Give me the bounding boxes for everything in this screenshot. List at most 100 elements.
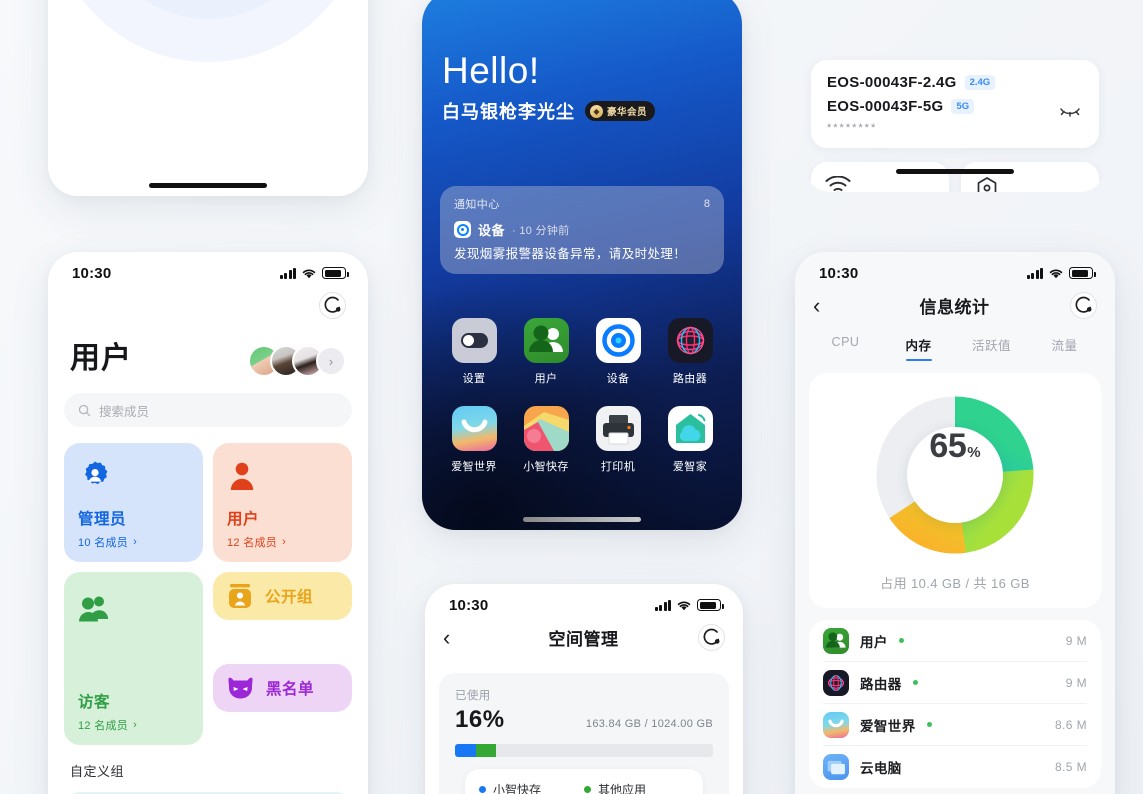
status-bar: 10:30 [48, 252, 368, 286]
group-card-guest[interactable]: 访客 12 名成员 › [64, 572, 203, 745]
refresh-icon[interactable] [1070, 292, 1097, 319]
people-green-icon [823, 627, 849, 654]
legend-label: 小智快存 [493, 783, 542, 794]
status-time: 10:30 [72, 264, 112, 282]
memory-percent-value: 65 [929, 427, 967, 465]
donut-center-value: 65 % [907, 427, 1003, 523]
group-grid: 管理员 10 名成员 › 用户 12 名成员 › 访客 12 名成员 › 公开组… [48, 427, 368, 745]
wifi-icon [825, 175, 851, 192]
app-router[interactable]: 路由器 [654, 318, 726, 386]
tab-traffic[interactable]: 流量 [1028, 329, 1101, 361]
band-tag: 2.4G [964, 75, 996, 90]
status-time: 10:30 [819, 264, 859, 282]
tab-cpu[interactable]: CPU [809, 329, 882, 361]
app-label: 打印机 [600, 461, 636, 473]
app-label: 设置 [462, 373, 486, 385]
memory-donut-card: 65 % 占用 10.4 GB / 共 16 GB [809, 373, 1101, 608]
list-item[interactable]: 云电脑 8.5 M [823, 746, 1087, 788]
legend-label: 其他应用 [598, 783, 647, 794]
router-settings-card[interactable]: 路由设置 自定义设置高级选项 [961, 162, 1099, 192]
app-grid: 设置 用户 设备 路由器 爱智世界 小智快存 打印机 爱智家 [438, 318, 726, 474]
notification-center-label: 通知中心 [454, 199, 500, 211]
photos-gallery-icon [523, 406, 569, 451]
refresh-icon[interactable] [319, 292, 346, 319]
status-bar: 10:30 [425, 584, 743, 618]
status-dot [898, 638, 904, 643]
wifi-ssid-row: EOS-00043F-5G 5G [827, 98, 1083, 115]
app-users[interactable]: 用户 [510, 318, 582, 386]
scan-animation: 持续扫描不到设备？ [48, 0, 368, 196]
avatar-more-button[interactable]: › [316, 346, 346, 376]
back-button[interactable]: ‹ [813, 294, 839, 317]
group-card-admin[interactable]: 管理员 10 名成员 › [64, 443, 203, 562]
memory-subtitle: 占用 10.4 GB / 共 16 GB [880, 576, 1030, 591]
wifi-ssid: EOS-00043F-2.4G [827, 74, 957, 91]
memory-percent-unit: % [967, 444, 981, 461]
group-members: 12 名成员 › [227, 536, 287, 549]
back-button[interactable]: ‹ [443, 626, 469, 649]
app-devices[interactable]: 设备 [582, 318, 654, 386]
storage-legend: 小智快存 其他应用 [465, 769, 703, 794]
group-card-public[interactable]: 公开组 [213, 572, 352, 620]
eye-off-icon[interactable] [1059, 104, 1081, 123]
app-label: 设备 [606, 373, 630, 385]
badge-person-icon [229, 584, 251, 608]
wifi-password-mask: ******** [827, 122, 878, 134]
wifi-icon [677, 601, 691, 611]
cloud-pc-icon [823, 754, 849, 780]
app-quick-store[interactable]: 小智快存 [510, 406, 582, 474]
wifi-manage-card[interactable]: Wi-Fi 管理 管理配置网络信息 [811, 162, 949, 192]
wifi-icon [302, 269, 316, 279]
group-name: 访客 [78, 694, 111, 711]
search-input[interactable]: 搜索成员 [64, 393, 352, 427]
signal-icon [279, 267, 296, 279]
notification-header: 通知中心 8 [454, 196, 710, 212]
storage-usage-row: 16% 163.84 GB / 1024.00 GB [455, 706, 713, 734]
storage-used-detail: 163.84 GB / 1024.00 GB [585, 718, 713, 730]
app-label: 爱智家 [672, 461, 708, 473]
list-item[interactable]: 路由器 9 M [823, 662, 1087, 704]
people-icon [78, 590, 189, 628]
app-label: 小智快存 [523, 461, 569, 473]
vip-badge[interactable]: ◆ 豪华会员 [585, 101, 656, 121]
smile-cloud-icon [823, 711, 849, 738]
status-dot [926, 722, 932, 727]
storage-segment-quickstore [455, 744, 476, 757]
app-aizhi-home[interactable]: 爱智家 [654, 406, 726, 474]
app-printer[interactable]: 打印机 [582, 406, 654, 474]
status-bar: 10:30 [795, 252, 1115, 286]
list-item[interactable]: 爱智世界 8.6 M [823, 704, 1087, 746]
storage-usage-card: 已使用 16% 163.84 GB / 1024.00 GB 小智快存 其他应用 [439, 673, 729, 794]
refresh-icon[interactable] [698, 624, 725, 651]
avatar-stack[interactable]: › [248, 345, 346, 377]
group-name: 黑名单 [266, 680, 315, 698]
app-label: 爱智世界 [451, 461, 497, 473]
devil-icon [228, 677, 253, 699]
wifi-credentials-card: EOS-00043F-2.4G 2.4G EOS-00043F-5G 5G **… [811, 60, 1099, 148]
people-green-icon [523, 318, 569, 363]
app-settings[interactable]: 设置 [438, 318, 510, 386]
group-card-blacklist[interactable]: 黑名单 [213, 663, 352, 712]
users-header: 用户 › [48, 319, 368, 377]
app-name: 爱智世界 [860, 718, 916, 734]
stats-tabs: CPU 内存 活跃值 流量 [795, 327, 1115, 361]
memory-app-list: 用户 9 M 路由器 9 M 爱智世界 8.6 M 云电脑 8.5 M [809, 620, 1101, 788]
group-card-user[interactable]: 用户 12 名成员 › [213, 443, 352, 562]
users-panel: 10:30 用户 › 搜索成员 管理员 10 名成员 › 用户 12 名成员 ›… [48, 252, 368, 794]
user-row: 白马银枪李光尘 ◆ 豪华会员 [442, 98, 656, 124]
legend-dot [584, 786, 591, 793]
notification-card[interactable]: 通知中心 8 设备 · 10 分钟前 发现烟雾报警器设备异常，请及时处理！ [440, 186, 724, 275]
storage-used-percent: 16% [455, 706, 505, 733]
smile-cloud-icon [451, 406, 497, 451]
tab-active[interactable]: 活跃值 [955, 329, 1028, 361]
status-icons [1026, 267, 1096, 279]
band-tag: 5G [951, 99, 975, 114]
tab-memory[interactable]: 内存 [882, 329, 955, 361]
chevron-right-icon: › [133, 719, 138, 731]
app-aizhi-world[interactable]: 爱智世界 [438, 406, 510, 474]
battery-icon [322, 267, 349, 279]
list-item[interactable]: 用户 9 M [823, 620, 1087, 662]
chevron-right-icon: › [133, 536, 138, 548]
person-icon [227, 457, 338, 495]
search-icon [78, 404, 91, 416]
